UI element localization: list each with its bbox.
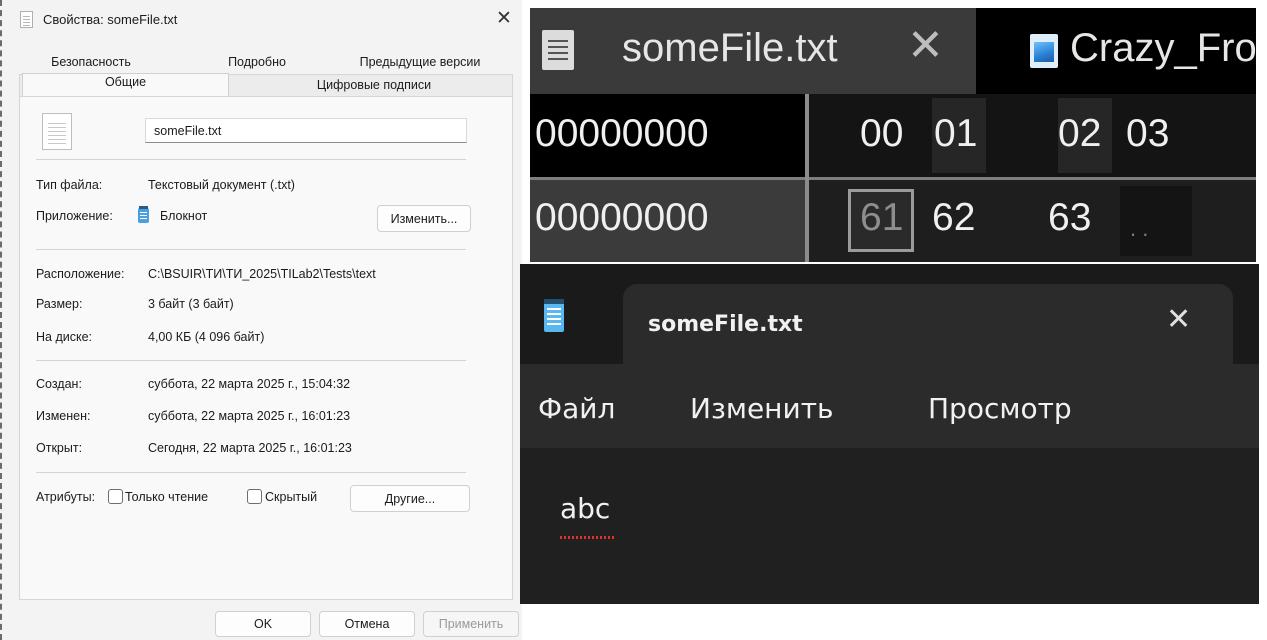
divider — [805, 94, 809, 262]
image-file-icon — [1030, 34, 1058, 68]
cancel-button[interactable]: Отмена — [319, 611, 415, 637]
menu-edit[interactable]: Изменить — [690, 392, 834, 425]
disk-size-label: На диске: — [36, 330, 93, 344]
created-label: Создан: — [36, 377, 82, 391]
notepad-menu-bar — [520, 364, 1259, 448]
tab-general[interactable]: Общие — [22, 72, 229, 92]
size-value: 3 байт (3 байт) — [148, 297, 234, 311]
app-label: Приложение: — [36, 209, 113, 223]
location-label: Расположение: — [36, 267, 125, 281]
row-offset: 00000000 — [535, 196, 709, 239]
notepad-editor[interactable] — [520, 448, 1259, 604]
dialog-title: Свойства: someFile.txt — [43, 12, 178, 27]
created-value: суббота, 22 марта 2025 г., 15:04:32 — [148, 377, 351, 391]
opened-value: Сегодня, 22 марта 2025 г., 16:01:23 — [148, 441, 352, 455]
other-attributes-button[interactable]: Другие... — [350, 485, 470, 512]
text-file-icon — [42, 113, 72, 150]
hex-editor: someFile.txt ✕ Crazy_Fro 00000000 00 01 … — [530, 8, 1256, 262]
divider — [36, 472, 466, 473]
text-file-icon — [542, 30, 574, 70]
hex-tab2-title: Crazy_Fro — [1070, 26, 1256, 70]
app-value: Блокнот — [160, 209, 208, 223]
tab-security[interactable]: Безопасность — [32, 52, 150, 72]
file-name-input[interactable] — [145, 118, 467, 143]
divider — [36, 159, 466, 160]
properties-dialog: Свойства: someFile.txt ✕ Безопасность По… — [0, 0, 522, 640]
byte-61[interactable]: 61 — [860, 196, 903, 240]
notepad-icon — [544, 299, 564, 332]
close-icon[interactable]: ✕ — [907, 20, 944, 71]
disk-size-value: 4,00 КБ (4 096 байт) — [148, 330, 265, 344]
location-value: C:\BSUIR\ТИ\ТИ_2025\TILab2\Tests\text — [148, 267, 376, 281]
attributes-label: Атрибуты: — [36, 490, 96, 504]
size-label: Размер: — [36, 297, 83, 311]
column-header-02: 02 — [1058, 112, 1102, 155]
column-header-00: 00 — [860, 112, 904, 155]
notepad-tab-title: someFile.txt — [648, 312, 803, 337]
column-header-01: 01 — [934, 112, 978, 155]
divider — [36, 249, 466, 250]
byte-63[interactable]: 63 — [1048, 196, 1091, 240]
opened-label: Открыт: — [36, 441, 83, 455]
menu-view[interactable]: Просмотр — [928, 392, 1072, 425]
menu-file[interactable]: Файл — [538, 392, 615, 425]
ok-button[interactable]: OK — [215, 611, 311, 637]
notepad-icon — [138, 206, 149, 223]
spellcheck-underline — [560, 536, 616, 539]
close-icon[interactable]: ✕ — [1166, 302, 1191, 337]
text-file-icon — [20, 11, 33, 28]
close-icon[interactable]: ✕ — [491, 6, 517, 32]
readonly-checkbox[interactable] — [108, 489, 123, 504]
change-app-button[interactable]: Изменить... — [377, 205, 471, 232]
readonly-label: Только чтение — [125, 490, 209, 504]
hidden-checkbox[interactable] — [247, 489, 262, 504]
modified-value: суббота, 22 марта 2025 г., 16:01:23 — [148, 409, 351, 423]
dialog-title-bar: Свойства: someFile.txt ✕ — [2, 0, 522, 40]
general-panel — [19, 96, 513, 600]
apply-button: Применить — [423, 611, 519, 637]
tab-previous-versions[interactable]: Предыдущие версии — [332, 52, 508, 72]
hex-tab-title: someFile.txt — [622, 26, 838, 70]
column-header-03: 03 — [1126, 112, 1170, 155]
tab-digital-signatures[interactable]: Цифровые подписи — [262, 75, 486, 95]
byte-62[interactable]: 62 — [932, 196, 975, 240]
tab-details[interactable]: Подробно — [198, 52, 316, 72]
notepad-window: someFile.txt ✕ Файл Изменить Просмотр ab… — [520, 264, 1259, 604]
header-offset: 00000000 — [535, 112, 709, 155]
file-type-label: Тип файла: — [36, 178, 103, 192]
modified-label: Изменен: — [36, 409, 91, 423]
hidden-label: Скрытый — [265, 490, 318, 504]
editor-content: abc — [560, 492, 611, 525]
file-type-value: Текстовый документ (.txt) — [148, 178, 295, 192]
divider — [36, 360, 466, 361]
ascii-dots: . . — [1130, 216, 1149, 241]
